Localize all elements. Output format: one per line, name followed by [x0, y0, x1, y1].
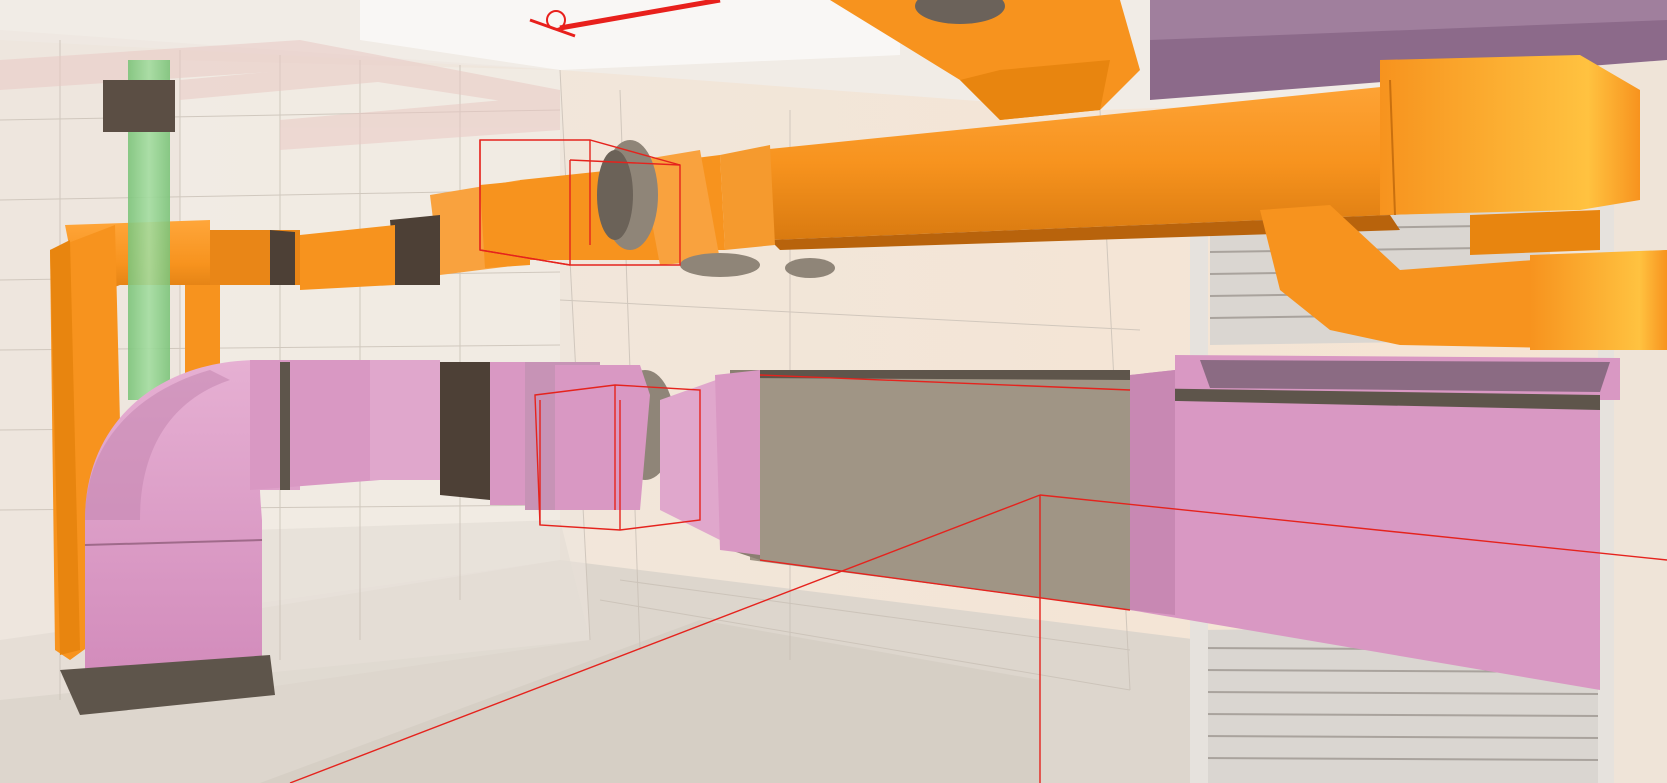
model-viewport[interactable] — [0, 0, 1667, 783]
